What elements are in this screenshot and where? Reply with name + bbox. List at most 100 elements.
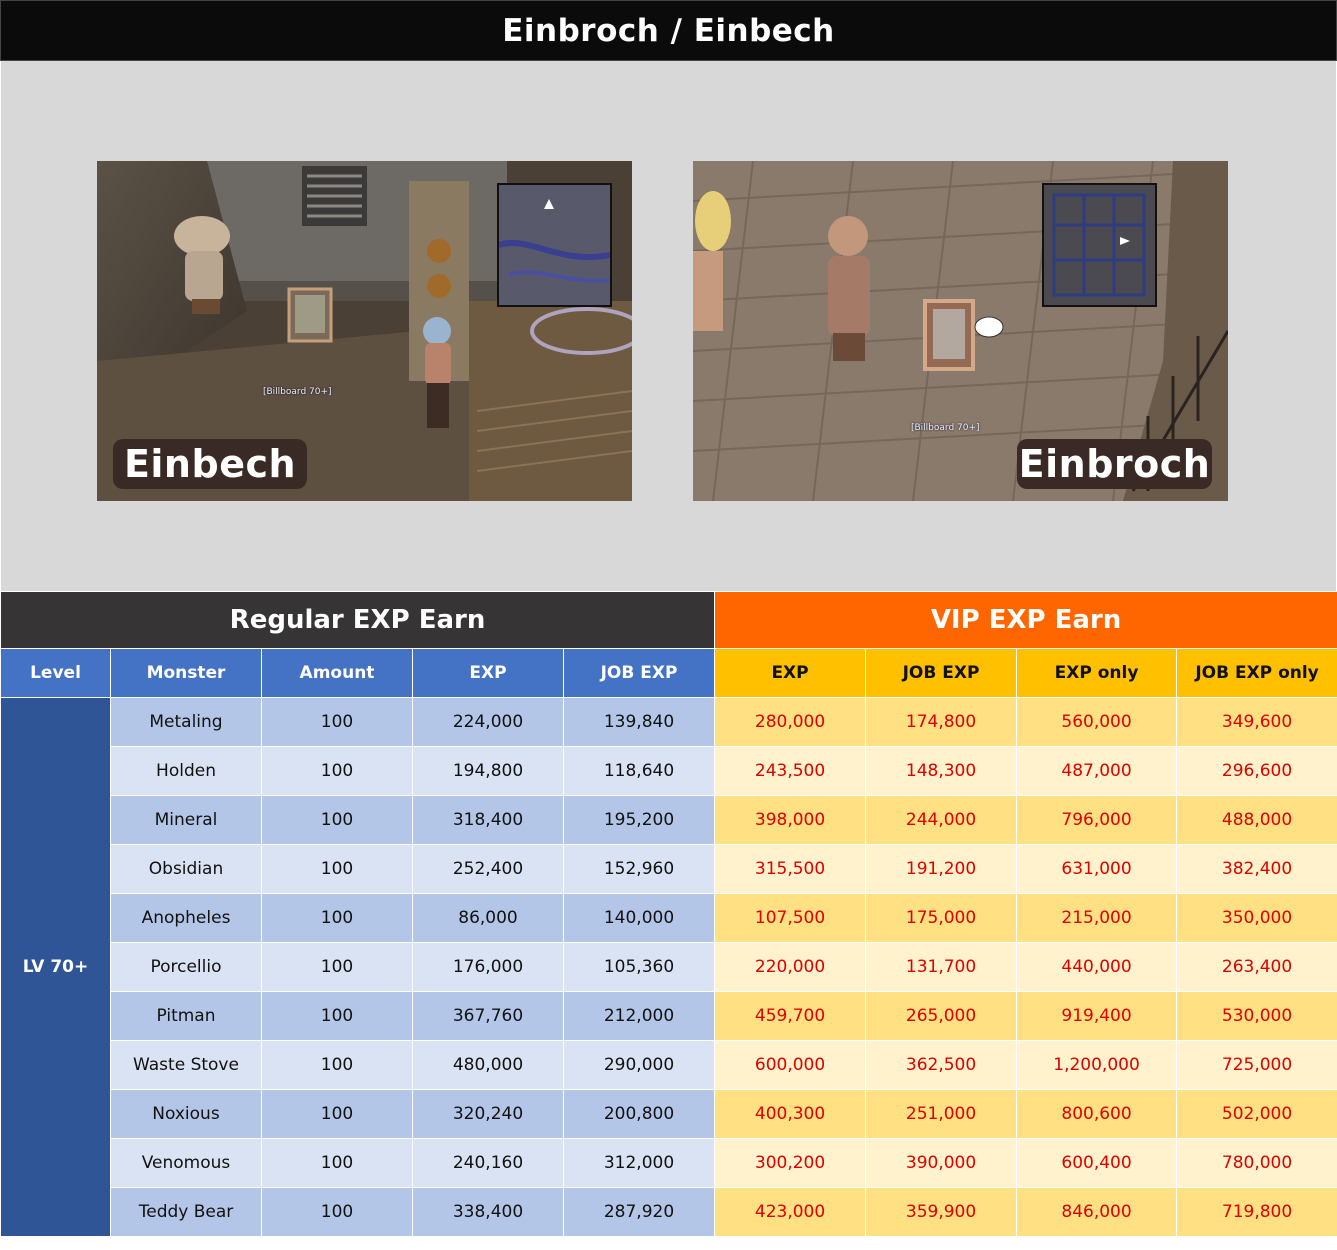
col-exp: EXP xyxy=(412,648,564,698)
vip-job-exp-cell: 191,200 xyxy=(865,844,1018,894)
vip-job-exp-only-cell: 263,400 xyxy=(1176,942,1337,992)
col-vip-job-exp-only: JOB EXP only xyxy=(1176,648,1337,698)
vip-job-exp-cell: 174,800 xyxy=(865,697,1018,747)
job-exp-cell: 152,960 xyxy=(562,844,716,894)
vip-exp-only-cell: 919,400 xyxy=(1016,991,1178,1041)
vip-exp-cell: 243,500 xyxy=(714,746,867,796)
vip-job-exp-cell: 244,000 xyxy=(865,795,1018,845)
amount-cell: 100 xyxy=(261,746,413,796)
monster-cell: Venomous xyxy=(110,1138,262,1188)
table-row: Obsidian 100 252,400 152,960 315,500 191,200 6… xyxy=(1,844,1337,894)
exp-cell: 338,400 xyxy=(412,1187,564,1237)
job-exp-cell: 312,000 xyxy=(562,1138,716,1188)
screenshot-panel: [Billboard 70+] Einbech [Billboard 70+] … xyxy=(1,61,1336,591)
vip-job-exp-only-cell: 349,600 xyxy=(1176,697,1337,747)
vip-job-exp-cell: 265,000 xyxy=(865,991,1018,1041)
vip-exp-cell: 459,700 xyxy=(714,991,867,1041)
table-row: Teddy Bear 100 338,400 287,920 423,000 359,90… xyxy=(1,1187,1337,1237)
exp-cell: 176,000 xyxy=(412,942,564,992)
job-exp-cell: 212,000 xyxy=(562,991,716,1041)
page-title: Einbroch / Einbech xyxy=(0,0,1337,61)
level-cell: LV 70+ xyxy=(0,697,111,1237)
minimap[interactable] xyxy=(1042,183,1157,307)
exp-cell: 320,240 xyxy=(412,1089,564,1139)
amount-cell: 100 xyxy=(261,893,413,943)
billboard-label: [Billboard 70+] xyxy=(263,387,332,397)
exp-cell: 480,000 xyxy=(412,1040,564,1090)
amount-cell: 100 xyxy=(261,844,413,894)
minimap-image xyxy=(1044,185,1155,305)
exp-cell: 194,800 xyxy=(412,746,564,796)
vip-job-exp-only-cell: 502,000 xyxy=(1176,1089,1337,1139)
monster-cell: Noxious xyxy=(110,1089,262,1139)
vip-job-exp-cell: 148,300 xyxy=(865,746,1018,796)
exp-table: Regular EXP Earn VIP EXP Earn Level Mons… xyxy=(0,591,1337,1237)
einbech-screenshot: [Billboard 70+] Einbech xyxy=(97,161,632,501)
amount-cell: 100 xyxy=(261,991,413,1041)
job-exp-cell: 287,920 xyxy=(562,1187,716,1237)
table-row: Noxious 100 320,240 200,800 400,300 251,000 80… xyxy=(1,1089,1337,1139)
vip-job-exp-cell: 390,000 xyxy=(865,1138,1018,1188)
vip-job-exp-only-cell: 350,000 xyxy=(1176,893,1337,943)
vip-job-exp-only-cell: 725,000 xyxy=(1176,1040,1337,1090)
minimap-image xyxy=(499,185,610,305)
page-frame: Einbroch / Einbech [Billboard 70+] Einbe… xyxy=(0,0,1337,1250)
monster-cell: Metaling xyxy=(110,697,262,747)
vip-job-exp-only-cell: 780,000 xyxy=(1176,1138,1337,1188)
amount-cell: 100 xyxy=(261,1089,413,1139)
col-monster: Monster xyxy=(110,648,262,698)
amount-cell: 100 xyxy=(261,1040,413,1090)
exp-cell: 252,400 xyxy=(412,844,564,894)
map-tag-einbroch: Einbroch xyxy=(1017,439,1212,489)
monster-cell: Holden xyxy=(110,746,262,796)
einbroch-screenshot: [Billboard 70+] Einbroch xyxy=(693,161,1228,501)
vip-exp-cell: 280,000 xyxy=(714,697,867,747)
vip-job-exp-only-cell: 296,600 xyxy=(1176,746,1337,796)
job-exp-cell: 118,640 xyxy=(562,746,716,796)
col-vip-exp-only: EXP only xyxy=(1016,648,1178,698)
vip-exp-cell: 315,500 xyxy=(714,844,867,894)
vip-job-exp-only-cell: 530,000 xyxy=(1176,991,1337,1041)
vip-job-exp-only-cell: 382,400 xyxy=(1176,844,1337,894)
monster-cell: Mineral xyxy=(110,795,262,845)
monster-cell: Teddy Bear xyxy=(110,1187,262,1237)
vip-exp-only-cell: 560,000 xyxy=(1016,697,1178,747)
job-exp-cell: 200,800 xyxy=(562,1089,716,1139)
table-row: Porcellio 100 176,000 105,360 220,000 131,700… xyxy=(1,942,1337,992)
vip-exp-only-cell: 800,600 xyxy=(1016,1089,1178,1139)
job-exp-cell: 195,200 xyxy=(562,795,716,845)
table-row: Pitman 100 367,760 212,000 459,700 265,000 919… xyxy=(1,991,1337,1041)
exp-cell: 86,000 xyxy=(412,893,564,943)
job-exp-cell: 290,000 xyxy=(562,1040,716,1090)
table-row: Mineral 100 318,400 195,200 398,000 244,000 79… xyxy=(1,795,1337,845)
monster-cell: Obsidian xyxy=(110,844,262,894)
vip-exp-cell: 600,000 xyxy=(714,1040,867,1090)
monster-cell: Pitman xyxy=(110,991,262,1041)
exp-cell: 224,000 xyxy=(412,697,564,747)
job-exp-cell: 139,840 xyxy=(562,697,716,747)
vip-exp-cell: 400,300 xyxy=(714,1089,867,1139)
table-row: Waste Stove 100 480,000 290,000 600,000 362,5… xyxy=(1,1040,1337,1090)
vip-exp-only-cell: 846,000 xyxy=(1016,1187,1178,1237)
table-row: LV 70+ Metaling 100 224,000 139,840 280,000 17… xyxy=(0,697,1337,1237)
vip-job-exp-cell: 131,700 xyxy=(865,942,1018,992)
exp-cell: 318,400 xyxy=(412,795,564,845)
vip-job-exp-only-cell: 719,800 xyxy=(1176,1187,1337,1237)
vip-exp-only-cell: 440,000 xyxy=(1016,942,1178,992)
exp-cell: 240,160 xyxy=(412,1138,564,1188)
minimap[interactable] xyxy=(497,183,612,307)
table-row: Holden 100 194,800 118,640 243,500 148,300 487… xyxy=(1,746,1337,796)
billboard-label: [Billboard 70+] xyxy=(911,423,980,433)
vip-job-exp-cell: 359,900 xyxy=(865,1187,1018,1237)
vip-exp-only-cell: 487,000 xyxy=(1016,746,1178,796)
vip-exp-cell: 398,000 xyxy=(714,795,867,845)
vip-exp-cell: 107,500 xyxy=(714,893,867,943)
vip-exp-header: VIP EXP Earn xyxy=(714,591,1337,649)
vip-exp-only-cell: 600,400 xyxy=(1016,1138,1178,1188)
table-row: Anopheles 100 86,000 140,000 107,500 175,000 2… xyxy=(1,893,1337,943)
vip-job-exp-cell: 362,500 xyxy=(865,1040,1018,1090)
regular-exp-header: Regular EXP Earn xyxy=(0,591,716,649)
amount-cell: 100 xyxy=(261,697,413,747)
col-level: Level xyxy=(0,648,111,698)
col-job-exp: JOB EXP xyxy=(562,648,716,698)
